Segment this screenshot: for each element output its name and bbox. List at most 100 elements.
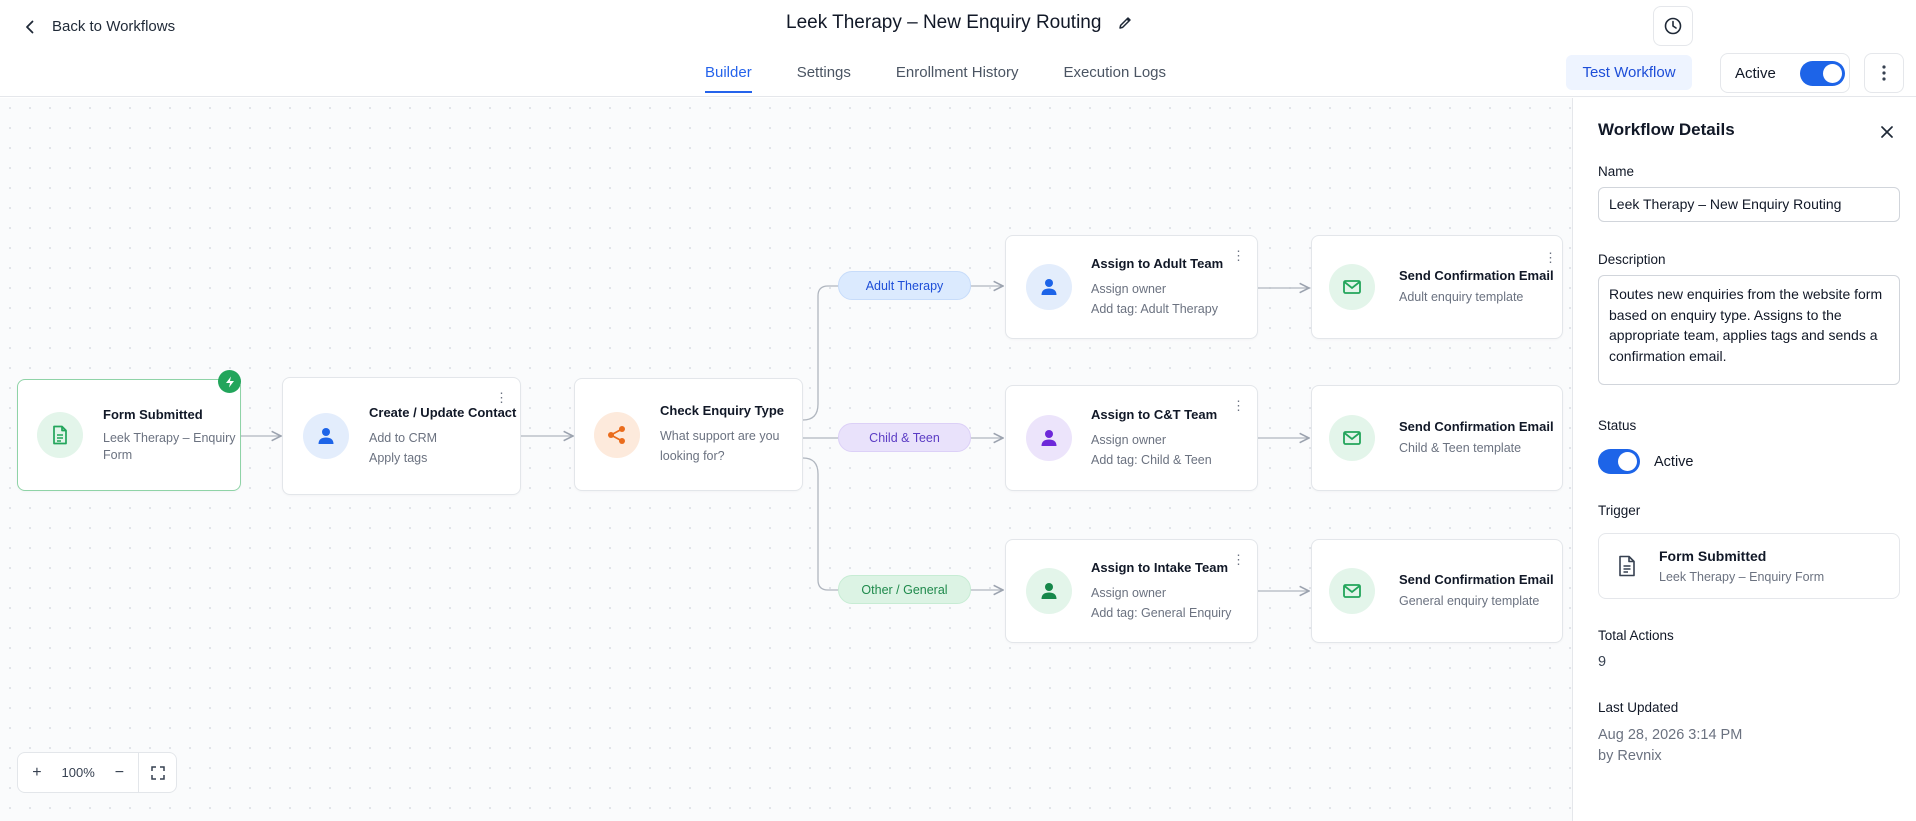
node-create-update-contact[interactable]: Create / Update Contact Add to CRM Apply…	[282, 377, 521, 495]
node-send-confirmation-email-child-teen[interactable]: Send Confirmation Email Child & Teen tem…	[1311, 385, 1563, 491]
status-label: Status	[1598, 418, 1637, 433]
node-subtitle-line: Add tag: General Enquiry	[1091, 605, 1232, 620]
node-title: Assign to Intake Team	[1091, 559, 1229, 575]
active-toggle-box: Active	[1720, 53, 1850, 93]
node-title: Create / Update Contact	[369, 404, 517, 420]
condition-icon-wrap	[594, 411, 640, 458]
clock-icon	[1664, 17, 1682, 35]
node-subtitle: Assign owner Add tag: Child & Teen	[1091, 430, 1217, 470]
node-title: Form Submitted	[103, 406, 203, 422]
last-updated-label: Last Updated	[1598, 700, 1679, 715]
node-subtitle-line: Add tag: Child & Teen	[1091, 452, 1212, 467]
node-subtitle-line: looking for?	[660, 449, 725, 463]
node-subtitle: General enquiry template	[1399, 593, 1540, 608]
history-button[interactable]	[1653, 6, 1693, 46]
node-subtitle-line: Assign owner	[1091, 281, 1167, 296]
close-icon[interactable]	[1879, 124, 1895, 140]
node-send-confirmation-email-adult[interactable]: Send Confirmation Email Adult enquiry te…	[1311, 235, 1563, 339]
node-assign-ct-team[interactable]: Assign to C&T Team Assign owner Add tag:…	[1005, 385, 1258, 491]
last-updated-by: by Revnix	[1598, 748, 1662, 764]
description-label: Description	[1598, 252, 1666, 267]
trigger-label: Trigger	[1598, 503, 1641, 518]
node-subtitle-line: Form	[103, 447, 133, 462]
node-subtitle-line: Add tag: Adult Therapy	[1091, 301, 1218, 316]
tab-settings[interactable]: Settings	[797, 64, 851, 93]
contact-icon-wrap	[303, 413, 349, 459]
total-actions-value: 9	[1598, 654, 1607, 670]
node-check-enquiry-type[interactable]: Check Enquiry Type What support are you …	[574, 378, 803, 491]
lightning-icon	[225, 376, 234, 387]
test-workflow-button[interactable]: Test Workflow	[1566, 55, 1692, 90]
form-icon-wrap	[37, 412, 83, 458]
mail-icon	[1343, 280, 1361, 294]
tab-execution-logs[interactable]: Execution Logs	[1063, 64, 1166, 93]
description-field[interactable]: Routes new enquiries from the website fo…	[1598, 275, 1900, 385]
node-subtitle: Add to CRM Apply tags	[369, 428, 516, 468]
status-row: Active	[1598, 449, 1694, 474]
branch-label-child-teen[interactable]: Child & Teen	[838, 423, 971, 452]
last-updated-value: Aug 28, 2026 3:14 PM	[1598, 727, 1743, 743]
mail-icon	[1343, 431, 1361, 445]
assign-icon-wrap	[1026, 264, 1072, 310]
active-toggle[interactable]	[1799, 60, 1845, 86]
zoom-controls: + 100% −	[17, 752, 177, 793]
zoom-in-button[interactable]: +	[18, 753, 56, 792]
more-options-button[interactable]	[1864, 53, 1904, 93]
back-to-workflows-link[interactable]: Back to Workflows	[22, 18, 175, 35]
trigger-badge	[218, 370, 241, 393]
person-icon	[1041, 430, 1057, 446]
node-subtitle-line: What support are you	[660, 429, 780, 443]
node-menu-icon[interactable]: ⋮	[1232, 553, 1245, 566]
name-field[interactable]: Leek Therapy – New Enquiry Routing	[1598, 187, 1900, 222]
node-menu-icon[interactable]: ⋮	[1232, 249, 1245, 262]
workflow-details-panel: Workflow Details Name Leek Therapy – New…	[1572, 98, 1916, 821]
tab-builder[interactable]: Builder	[705, 64, 752, 93]
tab-enrollment-history[interactable]: Enrollment History	[896, 64, 1019, 93]
email-icon-wrap	[1329, 264, 1375, 310]
node-send-confirmation-email-general[interactable]: Send Confirmation Email General enquiry …	[1311, 539, 1563, 643]
top-header: Back to Workflows Leek Therapy – New Enq…	[0, 0, 1916, 97]
node-title: Send Confirmation Email	[1399, 418, 1554, 434]
node-menu-icon[interactable]: ⋮	[495, 391, 508, 404]
pencil-icon[interactable]	[1117, 15, 1133, 31]
email-icon-wrap	[1329, 568, 1375, 614]
trigger-card[interactable]: Form Submitted Leek Therapy – Enquiry Fo…	[1598, 533, 1900, 599]
node-subtitle: What support are you looking for?	[660, 426, 784, 466]
mail-icon	[1343, 584, 1361, 598]
workflow-tabs: Builder Settings Enrollment History Exec…	[705, 64, 1211, 93]
document-icon	[1619, 555, 1635, 577]
node-title: Send Confirmation Email	[1399, 571, 1554, 587]
node-subtitle-line: Add to CRM	[369, 430, 438, 445]
panel-title: Workflow Details	[1598, 120, 1735, 139]
node-assign-intake-team[interactable]: Assign to Intake Team Assign owner Add t…	[1005, 539, 1258, 643]
node-menu-icon[interactable]: ⋮	[1544, 251, 1557, 264]
document-icon	[53, 425, 67, 445]
fit-view-button[interactable]	[138, 753, 176, 792]
chevron-left-icon	[26, 20, 34, 33]
workflow-canvas[interactable]: Form Submitted Leek Therapy – Enquiry Fo…	[0, 98, 1572, 821]
back-label: Back to Workflows	[52, 18, 176, 35]
kebab-menu-icon	[1882, 65, 1886, 81]
node-subtitle-line: Assign owner	[1091, 585, 1167, 600]
node-subtitle-line: Apply tags	[369, 450, 428, 465]
name-label: Name	[1598, 164, 1635, 179]
node-menu-icon[interactable]: ⋮	[1232, 399, 1245, 412]
assign-icon-wrap	[1026, 415, 1072, 461]
node-subtitle: Assign owner Add tag: Adult Therapy	[1091, 279, 1223, 319]
status-value: Active	[1654, 453, 1694, 470]
node-subtitle: Leek Therapy – Enquiry Form	[103, 430, 236, 464]
node-title: Check Enquiry Type	[660, 403, 785, 418]
node-title: Assign to Adult Team	[1091, 255, 1224, 271]
node-assign-adult-team[interactable]: Assign to Adult Team Assign owner Add ta…	[1005, 235, 1258, 339]
share-icon	[608, 425, 625, 444]
node-form-submitted[interactable]: Form Submitted Leek Therapy – Enquiry Fo…	[17, 370, 241, 491]
node-title: Assign to C&T Team	[1091, 406, 1218, 422]
trigger-subtitle: Leek Therapy – Enquiry Form	[1659, 570, 1825, 584]
status-toggle[interactable]	[1598, 449, 1640, 474]
branch-label-other-general[interactable]: Other / General	[838, 575, 971, 604]
branch-label-adult-therapy[interactable]: Adult Therapy	[838, 271, 971, 300]
zoom-out-button[interactable]: −	[100, 753, 138, 792]
fullscreen-icon	[150, 765, 165, 780]
active-label: Active	[1735, 64, 1776, 82]
email-icon-wrap	[1329, 415, 1375, 461]
